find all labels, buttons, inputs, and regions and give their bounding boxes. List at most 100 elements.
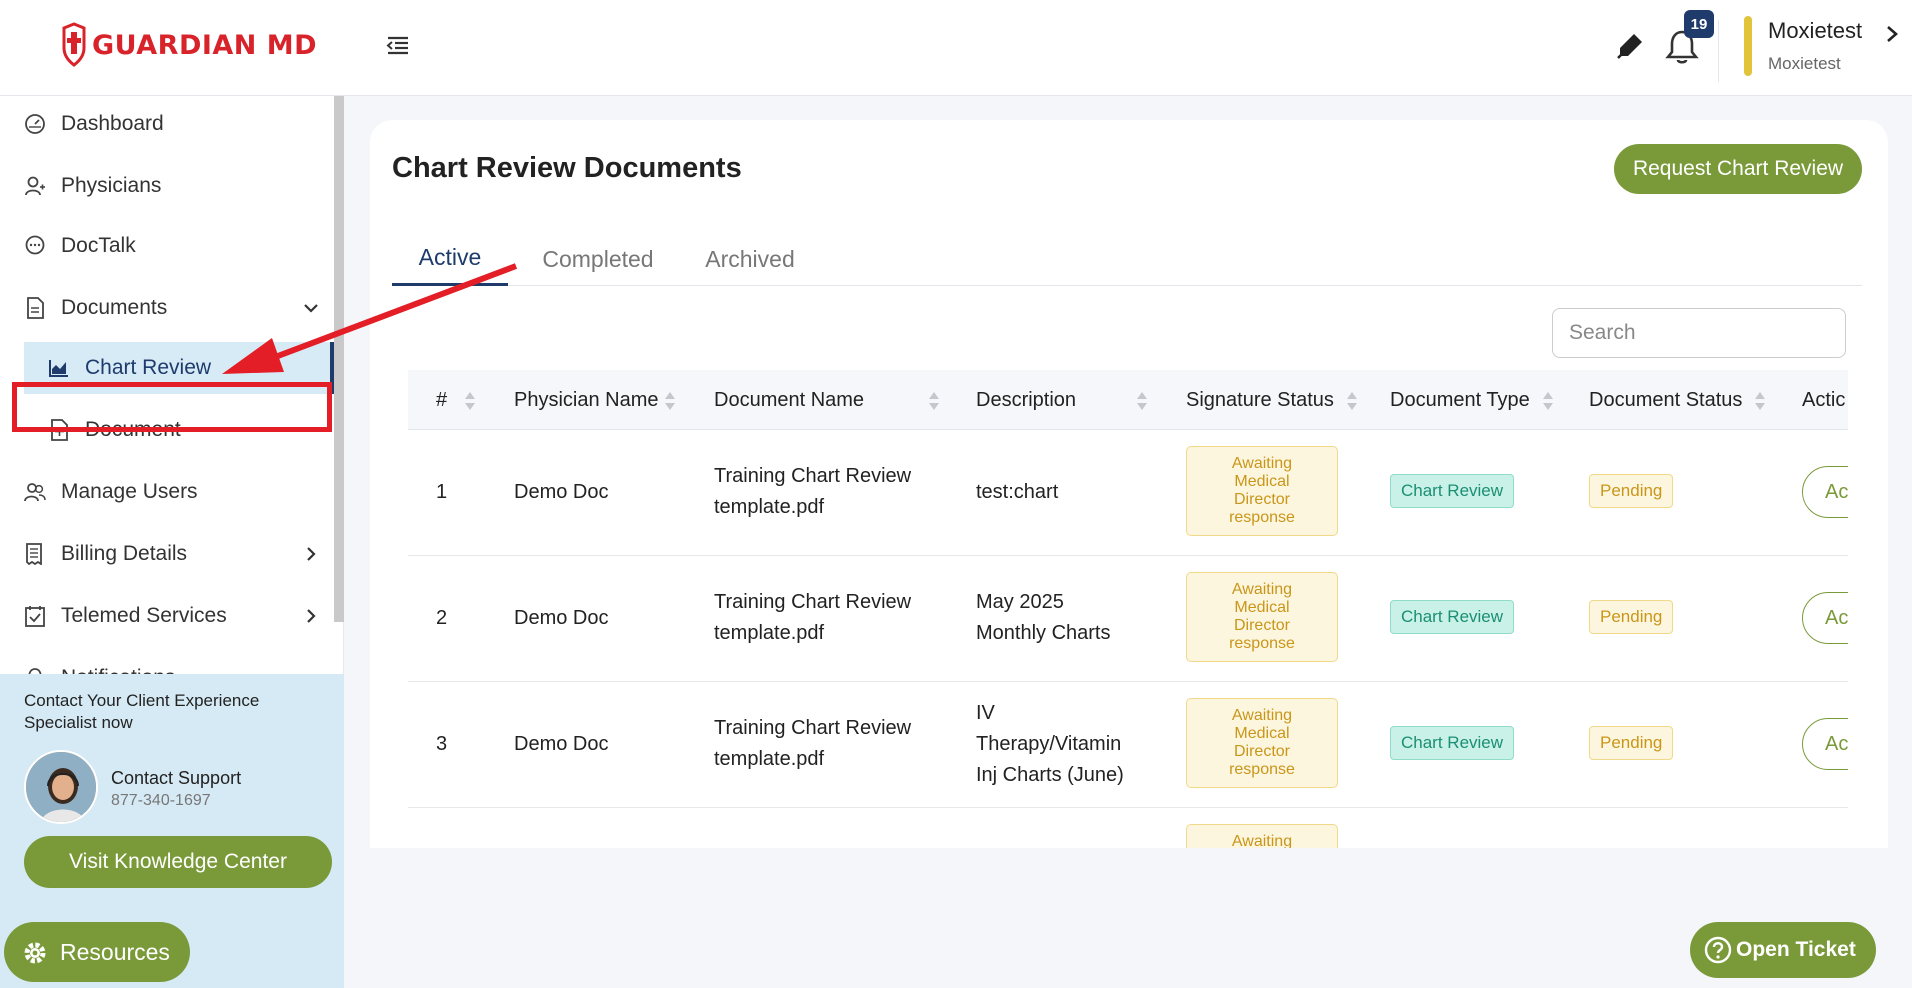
open-ticket-button[interactable]: Open Ticket <box>1690 922 1876 978</box>
col-header-document-status[interactable]: Document Status <box>1589 370 1742 430</box>
sort-icon[interactable] <box>928 390 940 412</box>
row-number: 1 <box>436 481 448 503</box>
speedometer-icon <box>25 114 45 134</box>
search-input[interactable] <box>1552 308 1846 358</box>
document-name[interactable]: Training Chart Review template.pdf <box>714 587 911 649</box>
table-row[interactable]: 2 Demo Doc Training Chart Review templat… <box>408 556 1848 682</box>
col-header-document-name[interactable]: Document Name <box>714 370 864 430</box>
signature-status-line: response <box>1229 635 1295 652</box>
guardian-md-logo[interactable]: GUARDIAN MD <box>60 22 317 68</box>
sidebar-item-documents[interactable]: Documents <box>0 282 334 334</box>
sidebar-item-label: Document <box>85 418 181 441</box>
action-button[interactable]: Ac <box>1802 592 1848 644</box>
sort-icon[interactable] <box>1542 390 1554 412</box>
calendar-check-icon <box>25 606 45 627</box>
sidebar-subitem-document[interactable]: Document <box>24 404 334 456</box>
signature-status-line: Director <box>1233 743 1290 760</box>
request-chart-review-button[interactable]: Request Chart Review <box>1614 144 1862 194</box>
gear-icon <box>24 942 46 964</box>
description-line: Therapy/Vitamin <box>976 733 1122 755</box>
divider <box>1718 20 1719 82</box>
description-line: Inj Charts (June) <box>976 764 1124 786</box>
user-add-icon <box>25 176 45 196</box>
sidebar: Dashboard Physicians DocTalk Documents C… <box>0 96 344 988</box>
signature-status-line: response <box>1229 761 1295 778</box>
tab-completed[interactable]: Completed <box>528 232 668 286</box>
sidebar-item-billing-details[interactable]: Billing Details <box>0 528 334 580</box>
sort-icon[interactable] <box>1136 390 1148 412</box>
notifications-button[interactable]: 19 <box>1664 10 1714 66</box>
visit-knowledge-center-button[interactable]: Visit Knowledge Center <box>24 836 332 888</box>
physician-name: Demo Doc <box>514 607 609 629</box>
user-org: Moxietest <box>1768 54 1841 73</box>
document-name[interactable]: Training Chart Review template.pdf <box>714 461 911 523</box>
table-row[interactable]: Awaiting <box>408 808 1848 848</box>
chart-icon <box>49 360 68 377</box>
file-plus-icon <box>51 419 68 441</box>
col-header-label: Description <box>976 388 1077 411</box>
sidebar-item-label: Manage Users <box>61 480 198 503</box>
document-name-line: Training Chart Review <box>714 591 912 613</box>
sort-icon[interactable] <box>464 390 476 412</box>
sidebar-item-doctalk[interactable]: DocTalk <box>0 220 334 272</box>
col-header-label: Document Status <box>1589 388 1743 411</box>
sidebar-nav: Dashboard Physicians DocTalk Documents C… <box>0 96 336 676</box>
chevron-right-icon <box>307 609 316 623</box>
support-phone[interactable]: 877-340-1697 <box>111 792 211 810</box>
user-name[interactable]: Moxietest <box>1768 18 1862 44</box>
signature-status-line: Medical <box>1234 473 1290 490</box>
sort-icon[interactable] <box>1346 390 1358 412</box>
col-header-description[interactable]: Description <box>976 370 1076 430</box>
signature-status-badge: Awaiting Medical Director response <box>1186 572 1338 662</box>
tab-archived[interactable]: Archived <box>690 232 810 286</box>
description-line: May 2025 <box>976 591 1064 613</box>
sidebar-item-notifications[interactable]: Notifications <box>0 652 334 676</box>
signature-status-line: Awaiting <box>1231 833 1293 848</box>
col-header-signature-status[interactable]: Signature Status <box>1186 370 1334 430</box>
col-header-actions[interactable]: Actic <box>1802 370 1845 430</box>
support-avatar <box>24 750 98 824</box>
document-name-line: template.pdf <box>714 748 825 770</box>
sidebar-toggle-icon[interactable] <box>384 32 412 60</box>
document-name[interactable]: Training Chart Review template.pdf <box>714 713 911 775</box>
signature-status-badge: Awaiting <box>1186 824 1338 848</box>
physician-name: Demo Doc <box>514 733 609 755</box>
col-header-label: Signature Status <box>1186 388 1334 411</box>
sidebar-scrollbar[interactable] <box>334 96 344 622</box>
row-number: 2 <box>436 607 448 629</box>
document-type-badge: Chart Review <box>1390 726 1515 760</box>
sidebar-subitem-chart-review[interactable]: Chart Review <box>24 342 334 394</box>
receipt-icon <box>26 543 42 565</box>
sidebar-item-label: DocTalk <box>61 234 136 257</box>
col-header-physician-name[interactable]: Physician Name <box>514 370 659 430</box>
col-header-label: # <box>436 388 448 411</box>
table-row[interactable]: 3 Demo Doc Training Chart Review templat… <box>408 682 1848 808</box>
document-name-line: Training Chart Review <box>714 717 912 739</box>
sort-icon[interactable] <box>664 390 676 412</box>
resources-button[interactable]: Resources <box>4 922 190 982</box>
action-button[interactable]: Ac <box>1802 466 1848 518</box>
tab-active[interactable]: Active <box>392 232 508 286</box>
sidebar-item-telemed-services[interactable]: Telemed Services <box>0 590 334 642</box>
col-header-number[interactable]: # <box>436 370 447 430</box>
sidebar-item-manage-users[interactable]: Manage Users <box>0 466 334 518</box>
sidebar-item-physicians[interactable]: Physicians <box>0 160 334 212</box>
sidebar-item-label: Physicians <box>61 174 162 197</box>
action-button[interactable]: Ac <box>1802 718 1848 770</box>
signature-status-line: Director <box>1233 617 1290 634</box>
col-header-label: Document Type <box>1390 388 1530 411</box>
col-header-document-type[interactable]: Document Type <box>1390 370 1530 430</box>
page-title: Chart Review Documents <box>392 152 742 184</box>
sidebar-item-dashboard[interactable]: Dashboard <box>0 98 334 150</box>
chevron-right-icon[interactable] <box>1882 22 1902 46</box>
col-header-label: Actic <box>1802 388 1846 411</box>
description: May 2025 Monthly Charts <box>976 587 1111 649</box>
user-accent-bar <box>1744 16 1752 76</box>
sort-icon[interactable] <box>1754 390 1766 412</box>
document-type-badge: Chart Review <box>1390 600 1515 634</box>
description-line: IV <box>976 702 995 724</box>
signature-status-line: Medical <box>1234 725 1290 742</box>
table-row[interactable]: 1 Demo Doc Training Chart Review templat… <box>408 430 1848 556</box>
signature-pen-icon[interactable] <box>1614 30 1646 62</box>
signature-status-badge: Awaiting Medical Director response <box>1186 446 1338 536</box>
